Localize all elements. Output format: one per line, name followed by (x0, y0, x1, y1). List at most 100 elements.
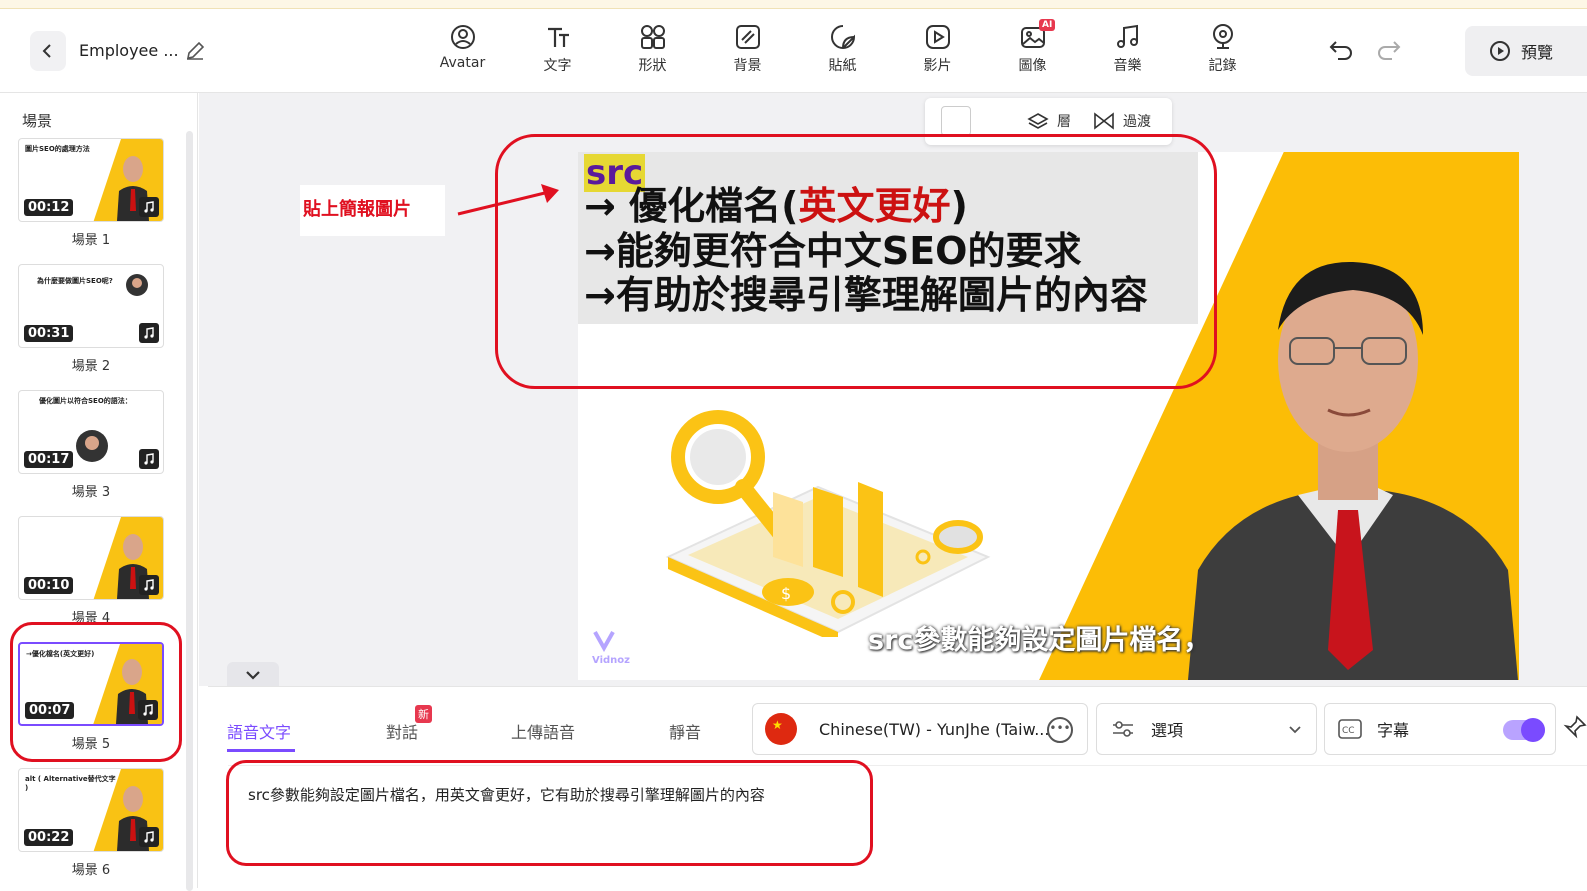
music-icon (1116, 24, 1138, 48)
vidnoz-logo-icon (593, 631, 615, 653)
scene-label: 場景 2 (71, 359, 111, 374)
scene-label: 場景 1 (71, 233, 111, 248)
tool-label: 形狀 (638, 58, 667, 74)
transition-icon (1094, 112, 1114, 130)
transition-label: 過渡 (1123, 114, 1151, 130)
svg-text:CC: CC (1342, 726, 1355, 736)
project-title[interactable]: Employee ... (79, 41, 179, 60)
tab-dialogue[interactable]: 對話 (386, 719, 418, 743)
sticker-icon (830, 25, 855, 49)
voice-select[interactable]: Chinese(TW) - YunJhe (Taiw... ••• (752, 703, 1088, 755)
tool-shapes[interactable]: 形狀 (605, 23, 700, 83)
record-icon (1212, 24, 1233, 49)
scene-item[interactable]: 為什麼要做圖片SEO呢? 00:31 場景 2 (18, 264, 164, 374)
tool-music[interactable]: 音樂 (1080, 23, 1175, 83)
tool-avatar[interactable]: Avatar (415, 23, 510, 83)
tool-sticker[interactable]: 貼紙 (795, 23, 890, 83)
ai-badge: AI (1039, 19, 1056, 31)
scene-duration: 00:17 (24, 451, 74, 468)
notification-strip (0, 0, 1587, 9)
header: Employee ... Avatar 文字 形狀 背景 貼紙 影片 AI 圖像… (0, 9, 1587, 93)
scene-thumbnail[interactable]: 圖片SEO的處理方法 00:12 (18, 138, 164, 222)
undo-icon[interactable] (1328, 39, 1354, 61)
new-badge: 新 (415, 705, 432, 723)
thumbnail-text: alt ( Alternative替代文字 ) (25, 775, 116, 792)
tool-label: 影片 (923, 58, 952, 74)
tool-label: 文字 (543, 58, 572, 74)
tool-label: 記錄 (1208, 58, 1237, 74)
scene-duration: 00:22 (24, 829, 74, 846)
play-circle-icon (1490, 41, 1510, 61)
scene-duration: 00:12 (24, 199, 74, 216)
tab-speech-text[interactable]: 語音文字 (227, 719, 291, 743)
pencil-icon[interactable] (184, 40, 206, 62)
tool-label: 貼紙 (828, 58, 857, 74)
scene-label: 場景 6 (71, 863, 111, 878)
presenter-image (1188, 261, 1518, 680)
tab-mute[interactable]: 靜音 (669, 719, 701, 743)
music-note-icon[interactable] (139, 449, 159, 469)
preview-button[interactable]: 預覽 (1465, 26, 1587, 76)
music-note-icon[interactable] (139, 197, 159, 217)
transition-button[interactable]: 過渡 (1093, 111, 1151, 131)
scene-thumbnail[interactable]: alt ( Alternative替代文字 ) 00:22 (18, 768, 164, 852)
shapes-icon (640, 25, 665, 49)
color-swatch[interactable] (941, 106, 971, 136)
scene-item[interactable]: 優化圖片以符合SEO的語法： 00:17 場景 3 (18, 390, 164, 500)
sidebar-title: 場景 (22, 112, 53, 130)
scene-label: 場景 3 (71, 485, 111, 500)
slide-text-highlight-outline (495, 134, 1217, 389)
options-dropdown[interactable]: 選項 (1096, 703, 1317, 755)
script-highlight-outline (226, 760, 873, 866)
music-note-icon[interactable] (139, 323, 159, 343)
annotation-arrow (457, 184, 559, 216)
scene-highlight-outline (10, 622, 182, 762)
subtitles-label: 字幕 (1377, 721, 1410, 740)
music-note-icon[interactable] (139, 575, 159, 595)
active-tab-indicator (227, 749, 295, 752)
tool-label: 音樂 (1113, 58, 1142, 74)
tool-label: Avatar (439, 55, 486, 71)
tab-upload-audio[interactable]: 上傳語音 (511, 719, 575, 743)
tool-background[interactable]: 背景 (700, 23, 795, 83)
tool-video[interactable]: 影片 (890, 23, 985, 83)
subtitles-toggle[interactable] (1503, 718, 1545, 742)
sliders-icon (1113, 721, 1133, 737)
scene-thumbnail[interactable]: 優化圖片以符合SEO的語法： 00:17 (18, 390, 164, 474)
seo-illustration: $ (665, 410, 991, 637)
thumbnail-text: 圖片SEO的處理方法 (25, 145, 90, 153)
thumbnail-text: 優化圖片以符合SEO的語法： (39, 397, 132, 405)
redo-icon[interactable] (1376, 39, 1402, 61)
tool-text[interactable]: 文字 (510, 23, 605, 83)
scene-item[interactable]: 圖片SEO的處理方法 00:12 場景 1 (18, 138, 164, 248)
toolbar: Avatar 文字 形狀 背景 貼紙 影片 AI 圖像 音樂 記錄 (415, 19, 1270, 83)
more-options-icon[interactable]: ••• (1047, 717, 1073, 743)
tool-label: 圖像 (1018, 58, 1047, 74)
presenter-image (76, 430, 108, 462)
chevron-down-icon (1289, 726, 1301, 734)
tool-image[interactable]: AI 圖像 (985, 19, 1080, 83)
presenter-image (126, 274, 148, 296)
layer-button[interactable]: 層 (1027, 111, 1071, 131)
scene-item[interactable]: 00:10 場景 4 (18, 516, 164, 626)
scene-thumbnail[interactable]: 為什麼要做圖片SEO呢? 00:31 (18, 264, 164, 348)
watermark-text: Vidnoz (592, 655, 630, 666)
chevron-down-icon (246, 671, 260, 680)
layer-label: 層 (1057, 114, 1071, 130)
sidebar-scrollbar[interactable] (186, 131, 193, 891)
layers-icon (1027, 113, 1049, 129)
scene-item[interactable]: alt ( Alternative替代文字 ) 00:22 場景 6 (18, 768, 164, 878)
preview-label: 預覽 (1521, 43, 1554, 62)
svg-text:$: $ (781, 584, 791, 603)
closed-caption-icon: CC (1338, 719, 1362, 739)
back-button[interactable] (30, 31, 66, 71)
tool-record[interactable]: 記錄 (1175, 23, 1270, 83)
text-icon (547, 27, 569, 47)
watermark-logo: Vidnoz (592, 628, 632, 668)
music-note-icon[interactable] (139, 827, 159, 847)
scene-duration: 00:10 (24, 577, 74, 594)
pin-icon[interactable] (1563, 715, 1587, 739)
collapse-panel-button[interactable] (227, 662, 279, 688)
thumbnail-text: 為什麼要做圖片SEO呢? (37, 277, 113, 285)
scene-thumbnail[interactable]: 00:10 (18, 516, 164, 600)
